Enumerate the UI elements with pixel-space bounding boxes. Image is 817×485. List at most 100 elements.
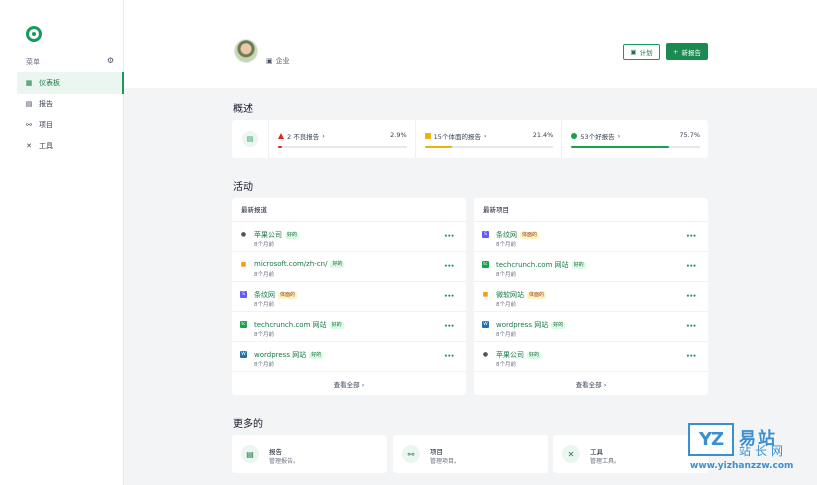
- progress-fill: [571, 146, 669, 148]
- techcrunch-icon: tc: [240, 321, 247, 328]
- list-item[interactable]: S 条纹网 体面的 8个月前 •••: [474, 222, 708, 252]
- status-badge: 体面的: [520, 231, 540, 239]
- item-name[interactable]: 条纹网 体面的: [254, 290, 298, 300]
- metric-label: 15个体面的报告: [433, 133, 481, 141]
- company-text: 企业: [275, 57, 290, 65]
- sidebar-item-label: 报告: [39, 100, 53, 108]
- view-all-link[interactable]: 查看全部 ›: [474, 375, 708, 395]
- menu-label: 菜单: [26, 58, 40, 66]
- item-name[interactable]: techcrunch.com 网站 好的: [254, 320, 344, 330]
- list-item[interactable]: Wwordpress 网站 好的 8个月前 •••: [474, 312, 708, 342]
- item-name-text: wordpress 网站: [254, 351, 307, 359]
- sidebar-item-label: 仪表板: [39, 79, 60, 87]
- item-name-text: techcrunch.com 网站: [496, 261, 569, 269]
- new-report-button-label: 新报告: [681, 48, 701, 57]
- view-all-link[interactable]: 查看全部 ›: [232, 375, 466, 395]
- list-item[interactable]: tc techcrunch.com 网站 好的 8个月前 •••: [232, 312, 466, 342]
- plus-icon: +: [673, 47, 679, 56]
- metric-percent: 75.7%: [679, 131, 701, 139]
- report-icon: ▤: [242, 131, 258, 147]
- list-item[interactable]: ■ microsoft.com/zh-cn/好的 8个月前 •••: [232, 252, 466, 282]
- more-options-icon[interactable]: •••: [686, 293, 697, 300]
- metric-label: 53个好报告: [580, 133, 615, 141]
- item-name[interactable]: 条纹网 体面的: [496, 230, 540, 240]
- item-time: 8个月前: [496, 332, 516, 338]
- more-card-projects[interactable]: ⚯ 项目 管理项目。: [393, 435, 548, 473]
- item-time: 8个月前: [254, 362, 274, 368]
- more-options-icon[interactable]: •••: [444, 233, 455, 240]
- list-item[interactable]: ■ 微软网站 体面的 8个月前 •••: [474, 282, 708, 312]
- microsoft-icon: ■: [482, 291, 489, 298]
- item-name[interactable]: wordpress 网站 好的: [496, 320, 566, 330]
- chevron-right-icon: ›: [322, 132, 325, 140]
- sidebar-nav: ▦ 仪表板 ▤ 报告 ⚯ 项目 ✕ 工具: [17, 72, 124, 156]
- latest-reports-panel: 最新报道 ● 苹果公司 好的 8个月前 ••• ■ microsoft.com/zh-cn/…: [232, 198, 466, 395]
- more-card-subtitle: 管理项目。: [430, 458, 461, 465]
- more-options-icon[interactable]: •••: [686, 353, 697, 360]
- status-badge: 体面的: [527, 291, 547, 299]
- more-card-reports[interactable]: ▤ 报告 管理报告。: [232, 435, 387, 473]
- more-options-icon[interactable]: •••: [444, 293, 455, 300]
- list-item[interactable]: ● 苹果公司 好的 8个月前 •••: [232, 222, 466, 252]
- status-badge: 好的: [285, 231, 300, 239]
- apple-icon: ●: [240, 231, 247, 238]
- item-name[interactable]: 苹果公司 好的: [496, 350, 542, 360]
- item-name-text: techcrunch.com 网站: [254, 321, 327, 329]
- metric-decent-reports[interactable]: 15个体面的报告 › 21.4%: [416, 120, 563, 158]
- watermark-sub: 站长网: [739, 444, 788, 458]
- list-item[interactable]: S 条纹网 体面的 8个月前 •••: [232, 282, 466, 312]
- sidebar-item-reports[interactable]: ▤ 报告: [17, 93, 124, 115]
- more-options-icon[interactable]: •••: [686, 233, 697, 240]
- avatar[interactable]: [234, 39, 258, 63]
- more-options-icon[interactable]: •••: [686, 263, 697, 270]
- list-item[interactable]: tc techcrunch.com 网站 好的 8个月前 •••: [474, 252, 708, 282]
- sidebar-item-tools[interactable]: ✕ 工具: [17, 135, 124, 157]
- menu-header: 菜单 ⚙: [26, 56, 114, 67]
- list: S 条纹网 体面的 8个月前 ••• tc techcrunch.com 网站 好的 8个月前 •…: [474, 222, 708, 372]
- more-options-icon[interactable]: •••: [444, 353, 455, 360]
- project-icon: ⚯: [26, 121, 32, 129]
- stripe-icon: S: [482, 231, 489, 238]
- report-icon: ▤: [25, 100, 33, 108]
- more-options-icon[interactable]: •••: [444, 323, 455, 330]
- plan-button[interactable]: ▣ 计划: [623, 44, 660, 60]
- item-name[interactable]: 苹果公司 好的: [254, 230, 300, 240]
- metric-percent: 2.9%: [390, 131, 407, 139]
- more-card-tools[interactable]: ✕ 工具 管理工具。: [553, 435, 708, 473]
- metric-bad-reports[interactable]: 2 不良报告 › 2.9%: [269, 120, 416, 158]
- item-time: 8个月前: [496, 362, 516, 368]
- item-name-text: 苹果公司: [496, 351, 524, 359]
- item-name[interactable]: wordpress 网站 好的: [254, 350, 324, 360]
- main-content: ▣ 企业 ▣ 计划 + 新报告 概述 ▤ 2 不良报告 › 2.9% 15个体面的…: [124, 0, 817, 485]
- metric-percent: 21.4%: [532, 131, 554, 139]
- sidebar-item-projects[interactable]: ⚯ 项目: [17, 114, 124, 136]
- calendar-icon: ▣: [630, 48, 637, 56]
- item-name[interactable]: techcrunch.com 网站 好的: [496, 260, 586, 270]
- apple-icon: ●: [482, 351, 489, 358]
- list-item[interactable]: ● 苹果公司 好的 8个月前 •••: [474, 342, 708, 372]
- tools-icon: ✕: [562, 445, 580, 463]
- more-options-icon[interactable]: •••: [686, 323, 697, 330]
- company-label[interactable]: ▣ 企业: [266, 56, 290, 66]
- more-card-title: 项目: [430, 448, 443, 456]
- more-card-title: 报告: [269, 448, 282, 456]
- sidebar-item-dashboard[interactable]: ▦ 仪表板: [17, 72, 124, 94]
- grid-icon: ▦: [25, 79, 33, 87]
- metric-good-reports[interactable]: 53个好报告 › 75.7%: [562, 120, 708, 158]
- item-name[interactable]: microsoft.com/zh-cn/好的: [254, 260, 345, 268]
- new-report-button[interactable]: + 新报告: [666, 43, 708, 60]
- gear-icon[interactable]: ⚙: [107, 56, 114, 65]
- techcrunch-icon: tc: [482, 261, 489, 268]
- list-item[interactable]: Wwordpress 网站 好的 8个月前 •••: [232, 342, 466, 372]
- app-logo[interactable]: [26, 26, 42, 42]
- watermark: YZ 易站 站长网 www.yizhanzzw.com: [688, 423, 817, 485]
- more-card-subtitle: 管理报告。: [269, 458, 300, 465]
- watermark-url: www.yizhanzzw.com: [690, 461, 794, 471]
- item-time: 8个月前: [254, 302, 274, 308]
- more-options-icon[interactable]: •••: [444, 263, 455, 270]
- item-name[interactable]: 微软网站 体面的: [496, 290, 547, 300]
- progress-bar: [571, 146, 701, 148]
- status-badge: 好的: [309, 351, 324, 359]
- tools-icon: ✕: [26, 142, 32, 150]
- list: ● 苹果公司 好的 8个月前 ••• ■ microsoft.com/zh-cn/好的 8个月…: [232, 222, 466, 372]
